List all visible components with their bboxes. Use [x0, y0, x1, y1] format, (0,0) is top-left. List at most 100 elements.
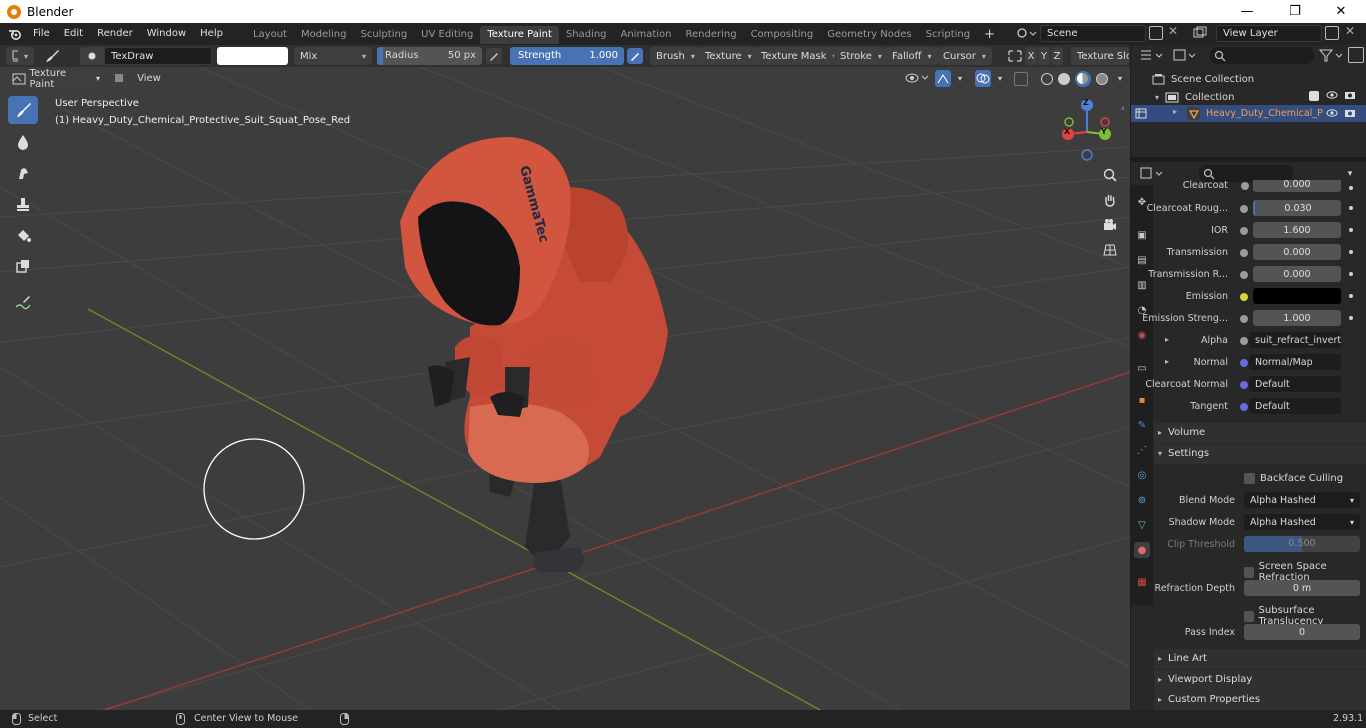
tab-geometry-nodes[interactable]: Geometry Nodes	[820, 26, 918, 44]
tab-compositing[interactable]: Compositing	[744, 26, 821, 44]
tangent-field[interactable]: Default	[1249, 398, 1341, 414]
clearcoat-roughness-field[interactable]: 0.030	[1253, 200, 1341, 216]
strength-pressure-icon[interactable]	[627, 48, 643, 64]
draw-tool-button[interactable]	[8, 96, 38, 124]
menu-window[interactable]: Window	[140, 23, 193, 45]
collection-visibility-eye-icon[interactable]	[1326, 89, 1338, 104]
view-layer-browse-icon[interactable]	[1192, 25, 1214, 42]
editor-type-dropdown[interactable]: ▾	[6, 47, 34, 65]
emission-color-swatch[interactable]	[1253, 288, 1341, 304]
tab-modeling[interactable]: Modeling	[294, 26, 354, 44]
mirror-z-toggle[interactable]: Z	[1051, 47, 1063, 65]
cursor-menu[interactable]: Cursor ▾	[937, 47, 992, 65]
menu-render[interactable]: Render	[90, 23, 140, 45]
normal-map-link[interactable]: Normal/Map	[1249, 354, 1341, 370]
outliner-editor-type-icon[interactable]	[1139, 47, 1167, 64]
visibility-dropdown[interactable]	[903, 70, 931, 87]
new-scene-icon[interactable]	[1149, 26, 1163, 40]
clearcoat-roughness-keyframe-dot[interactable]	[1349, 206, 1353, 210]
modifier-wrench-tab-icon[interactable]: ✎	[1135, 418, 1149, 432]
refraction-depth-field[interactable]: 0 m	[1244, 580, 1360, 596]
collection-expand-icon[interactable]: ▾	[1155, 93, 1159, 102]
remove-view-layer-icon[interactable]: ✕	[1345, 24, 1355, 38]
ior-keyframe-dot[interactable]	[1349, 228, 1353, 232]
blender-menu-icon[interactable]	[4, 23, 26, 45]
brush-tool-icon[interactable]	[42, 48, 62, 64]
new-view-layer-icon[interactable]	[1325, 26, 1339, 40]
brush-color-swatch[interactable]	[217, 47, 288, 65]
menu-file[interactable]: File	[26, 23, 57, 45]
brush-menu[interactable]: Brush ▾	[650, 47, 701, 65]
gizmo-dropdown-icon[interactable]: ▾	[953, 70, 967, 87]
physics-tab-icon[interactable]: ◎	[1135, 468, 1149, 482]
texture-menu[interactable]: Texture ▾	[699, 47, 758, 65]
tab-uv-editing[interactable]: UV Editing	[414, 26, 480, 44]
emission-keyframe-dot[interactable]	[1349, 294, 1353, 298]
viewport-display-section[interactable]: ▸ Viewport Display	[1158, 674, 1252, 685]
texture-mask-menu[interactable]: Texture Mask▾	[755, 47, 843, 65]
3d-viewport[interactable]: GammaTec	[0, 67, 1130, 710]
wireframe-shading-icon[interactable]	[1040, 72, 1053, 85]
tab-animation[interactable]: Animation	[614, 26, 679, 44]
clearcoat-field[interactable]: 0.000	[1253, 180, 1341, 192]
shading-dropdown-icon[interactable]: ▾	[1113, 70, 1127, 87]
overlays-dropdown-icon[interactable]: ▾	[993, 70, 1007, 87]
clearcoat-keyframe-dot[interactable]	[1349, 186, 1353, 190]
overlays-toggle-icon[interactable]	[975, 70, 991, 87]
object-expand-icon[interactable]: ▸	[1173, 107, 1177, 116]
strength-slider[interactable]: Strength 1.000	[510, 47, 624, 65]
outliner-object-row[interactable]: ▸ Heavy_Duty_Chemical_P	[1131, 105, 1366, 122]
gizmo-toggle-icon[interactable]	[935, 70, 951, 87]
volume-section[interactable]: ▸ Volume	[1158, 427, 1205, 438]
mode-dropdown[interactable]: Texture Paint ▾	[8, 68, 104, 90]
clone-tool-button[interactable]	[8, 190, 38, 218]
radius-slider[interactable]: Radius 50 px	[377, 47, 482, 65]
outliner-display-mode-icon[interactable]	[1172, 47, 1200, 64]
tab-scripting[interactable]: Scripting	[919, 26, 977, 44]
scene-browse-icon[interactable]	[1014, 25, 1038, 42]
object-render-camera-icon[interactable]	[1344, 107, 1356, 122]
material-preview-shading-icon[interactable]	[1074, 70, 1091, 87]
menu-help[interactable]: Help	[193, 23, 230, 45]
fill-tool-button[interactable]	[8, 221, 38, 249]
blend-mode-dropdown[interactable]: Mix ▾	[294, 47, 372, 65]
emission-strength-keyframe-dot[interactable]	[1349, 316, 1353, 320]
mirror-y-toggle[interactable]: Y	[1038, 47, 1050, 65]
transmission-keyframe-dot[interactable]	[1349, 250, 1353, 254]
collection-render-camera-icon[interactable]	[1344, 89, 1356, 104]
maximize-button[interactable]: ❐	[1272, 0, 1318, 23]
filter-icon[interactable]	[1318, 47, 1344, 64]
brush-browse-icon[interactable]	[80, 47, 104, 65]
xray-toggle-icon[interactable]	[1014, 72, 1028, 86]
rendered-shading-icon[interactable]	[1095, 72, 1108, 85]
scene-name-field[interactable]: Scene	[1040, 25, 1146, 42]
mirror-x-toggle[interactable]: X	[1025, 47, 1037, 65]
brush-name-field[interactable]: TexDraw	[104, 47, 212, 65]
paint-mask-icon[interactable]	[111, 70, 127, 86]
perspective-grid-icon[interactable]	[1099, 239, 1121, 261]
tab-shading[interactable]: Shading	[559, 26, 614, 44]
radius-pressure-icon[interactable]	[486, 48, 502, 64]
object-visibility-eye-icon[interactable]	[1326, 107, 1338, 122]
emission-strength-field[interactable]: 1.000	[1253, 310, 1341, 326]
tab-layout[interactable]: Layout	[246, 26, 294, 44]
sidebar-toggle-arrow[interactable]: ‹	[1121, 104, 1125, 114]
custom-properties-section[interactable]: ▸ Custom Properties	[1158, 694, 1260, 705]
blend-mode-select[interactable]: Alpha Hashed ▾	[1244, 492, 1360, 508]
new-collection-icon[interactable]	[1348, 47, 1364, 63]
remove-scene-icon[interactable]: ✕	[1168, 24, 1178, 38]
transmission-roughness-keyframe-dot[interactable]	[1349, 272, 1353, 276]
alpha-texture-link[interactable]: suit_refract_invert.pn	[1249, 332, 1341, 348]
outliner-search-input[interactable]	[1210, 47, 1314, 64]
line-art-section[interactable]: ▸ Line Art	[1158, 653, 1207, 664]
tab-sculpting[interactable]: Sculpting	[353, 26, 414, 44]
settings-section[interactable]: ▾ Settings	[1158, 448, 1209, 459]
view-layer-field[interactable]: View Layer	[1216, 25, 1322, 42]
menu-edit[interactable]: Edit	[57, 23, 90, 45]
mask-tool-button[interactable]	[8, 252, 38, 280]
particles-tab-icon[interactable]: ⋰	[1135, 443, 1149, 457]
smear-tool-button[interactable]	[8, 159, 38, 187]
minimize-button[interactable]: —	[1224, 0, 1270, 23]
add-workspace-button[interactable]: +	[977, 26, 1002, 44]
transmission-roughness-field[interactable]: 0.000	[1253, 266, 1341, 282]
